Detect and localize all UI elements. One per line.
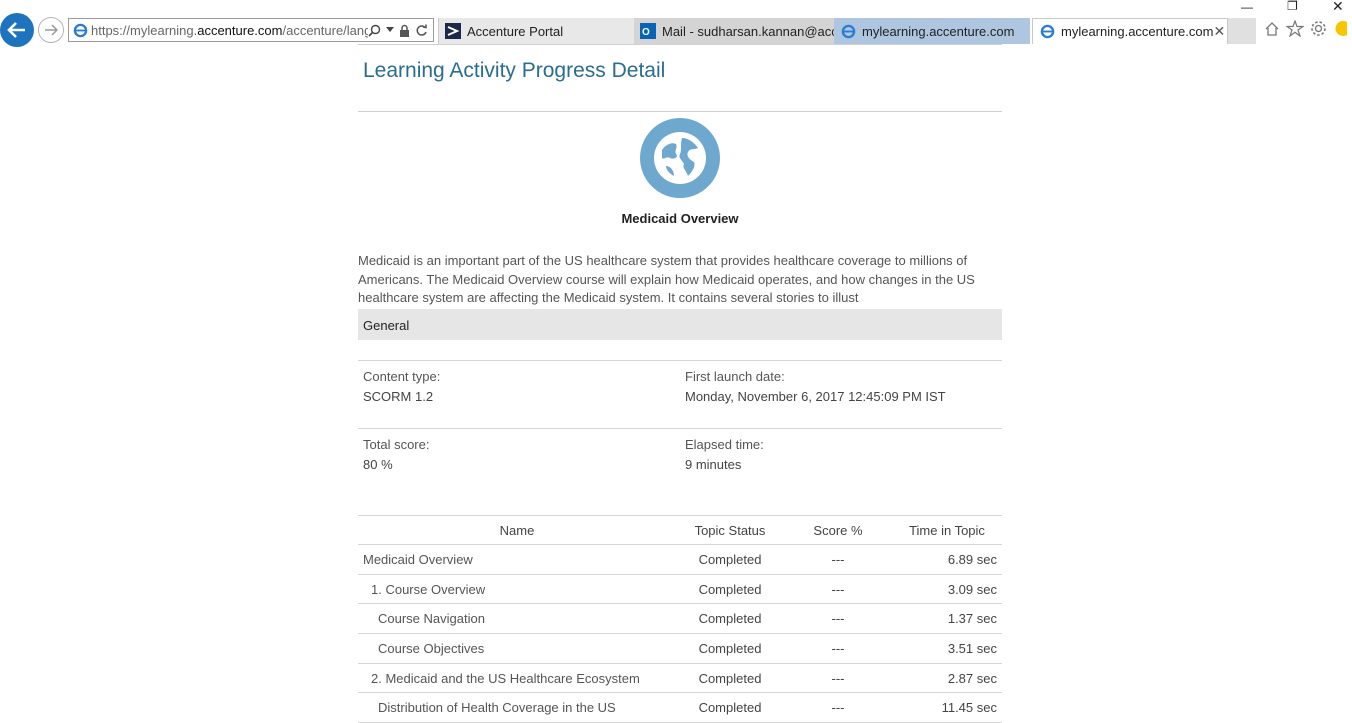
elapsed-time-label: Elapsed time: <box>685 437 764 452</box>
table-row: 1. Course Overview Completed --- 3.09 se… <box>358 574 1002 605</box>
topic-score: --- <box>784 603 892 635</box>
search-icon[interactable] <box>368 24 381 37</box>
lock-icon[interactable] <box>399 24 410 37</box>
course-name: Medicaid Overview <box>621 211 739 226</box>
topic-time: 6.89 sec <box>892 544 1002 575</box>
table-row: 2. Medicaid and the US Healthcare Ecosys… <box>358 663 1002 694</box>
general-section-header: General <box>358 309 1002 340</box>
header-topic-status[interactable]: Topic Status <box>676 515 784 545</box>
topic-name: 1. Course Overview <box>358 574 676 605</box>
ie-icon <box>840 23 856 39</box>
arrow-left-icon <box>7 22 25 38</box>
smiley-feedback-icon[interactable] <box>1333 20 1347 37</box>
chevron-down-icon[interactable] <box>386 27 394 33</box>
topic-status: Completed <box>676 663 784 694</box>
course-description: Medicaid is an important part of the US … <box>358 253 975 305</box>
ie-icon <box>1039 24 1055 40</box>
tab-mylearning-1[interactable]: mylearning.accenture.com <box>834 18 1030 44</box>
svg-text:O: O <box>642 27 650 38</box>
table-row: Course Navigation Completed --- 1.37 sec <box>358 603 1002 635</box>
header-time-in-topic[interactable]: Time in Topic <box>892 515 1002 545</box>
content-type-label: Content type: <box>363 369 441 384</box>
topic-score: --- <box>784 574 892 605</box>
header-name[interactable]: Name <box>358 515 676 545</box>
info-row-content: Content type: SCORM 1.2 First launch dat… <box>358 360 1002 428</box>
address-bar[interactable]: https://mylearning.accenture.com/accentu… <box>68 18 434 42</box>
topic-status: Completed <box>676 633 784 664</box>
topic-time: 3.09 sec <box>892 574 1002 605</box>
total-score-value: 80 % <box>363 457 393 472</box>
accenture-portal-icon <box>445 23 461 39</box>
info-row-score: Total score: 80 % Elapsed time: 9 minute… <box>358 428 1002 496</box>
close-window-icon[interactable]: ✕ <box>1332 0 1344 15</box>
tab-mylearning-active[interactable]: mylearning.accenture.com ✕ <box>1032 18 1228 44</box>
close-tab-icon[interactable]: ✕ <box>1213 23 1225 40</box>
topic-name: Medicaid Overview <box>358 544 676 575</box>
browser-chrome: https://mylearning.accenture.com/accentu… <box>0 0 1352 47</box>
table-row: Course Objectives Completed --- 3.51 sec <box>358 633 1002 664</box>
forward-button[interactable] <box>38 17 64 43</box>
topic-status: Completed <box>676 603 784 635</box>
restore-icon[interactable]: ❐ <box>1287 0 1298 13</box>
topic-time: 2.87 sec <box>892 663 1002 694</box>
refresh-icon[interactable] <box>415 24 428 37</box>
topic-status: Completed <box>676 574 784 605</box>
ie-page-icon <box>69 23 91 38</box>
gear-icon[interactable] <box>1310 20 1327 37</box>
topic-time: 1.37 sec <box>892 603 1002 635</box>
tab-mail[interactable]: O Mail - sudharsan.kannan@acc... <box>634 18 834 44</box>
elapsed-time-value: 9 minutes <box>685 457 742 472</box>
table-row: Distribution of Health Coverage in the U… <box>358 692 1002 723</box>
favorites-star-icon[interactable] <box>1286 20 1304 37</box>
arrow-right-icon <box>45 24 58 36</box>
topic-name: Distribution of Health Coverage in the U… <box>358 692 676 723</box>
first-launch-label: First launch date: <box>685 369 785 384</box>
topic-status: Completed <box>676 692 784 723</box>
content-type-value: SCORM 1.2 <box>363 389 434 404</box>
topic-status: Completed <box>676 544 784 575</box>
topic-score: --- <box>784 692 892 723</box>
url-text: https://mylearning.accenture.com/accentu… <box>91 22 368 38</box>
topic-time: 3.51 sec <box>892 633 1002 664</box>
topic-name: Course Navigation <box>358 603 676 635</box>
header-score[interactable]: Score % <box>784 515 892 545</box>
tab-accenture-portal[interactable]: Accenture Portal <box>438 18 634 44</box>
topic-score: --- <box>784 633 892 664</box>
new-tab-button[interactable] <box>1228 18 1256 44</box>
progress-detail-page: Learning Activity Progress Detail Medica… <box>358 44 1002 723</box>
topic-time: 11.45 sec <box>892 692 1002 723</box>
back-button[interactable] <box>0 13 34 47</box>
table-header-row: Name Topic Status Score % Time in Topic <box>358 515 1002 545</box>
globe-icon <box>640 118 720 198</box>
home-icon[interactable] <box>1264 21 1280 37</box>
topic-name: 2. Medicaid and the US Healthcare Ecosys… <box>358 663 676 694</box>
total-score-label: Total score: <box>363 437 430 452</box>
table-row: Medicaid Overview Completed --- 6.89 sec <box>358 544 1002 575</box>
topic-progress-table: Name Topic Status Score % Time in Topic … <box>358 515 1002 723</box>
topic-score: --- <box>784 663 892 694</box>
minimize-icon[interactable]: — <box>1241 0 1253 14</box>
topic-name: Course Objectives <box>358 633 676 664</box>
topic-score: --- <box>784 544 892 575</box>
outlook-icon: O <box>640 23 656 39</box>
first-launch-value: Monday, November 6, 2017 12:45:09 PM IST <box>685 389 946 404</box>
page-title: Learning Activity Progress Detail <box>358 45 1002 112</box>
